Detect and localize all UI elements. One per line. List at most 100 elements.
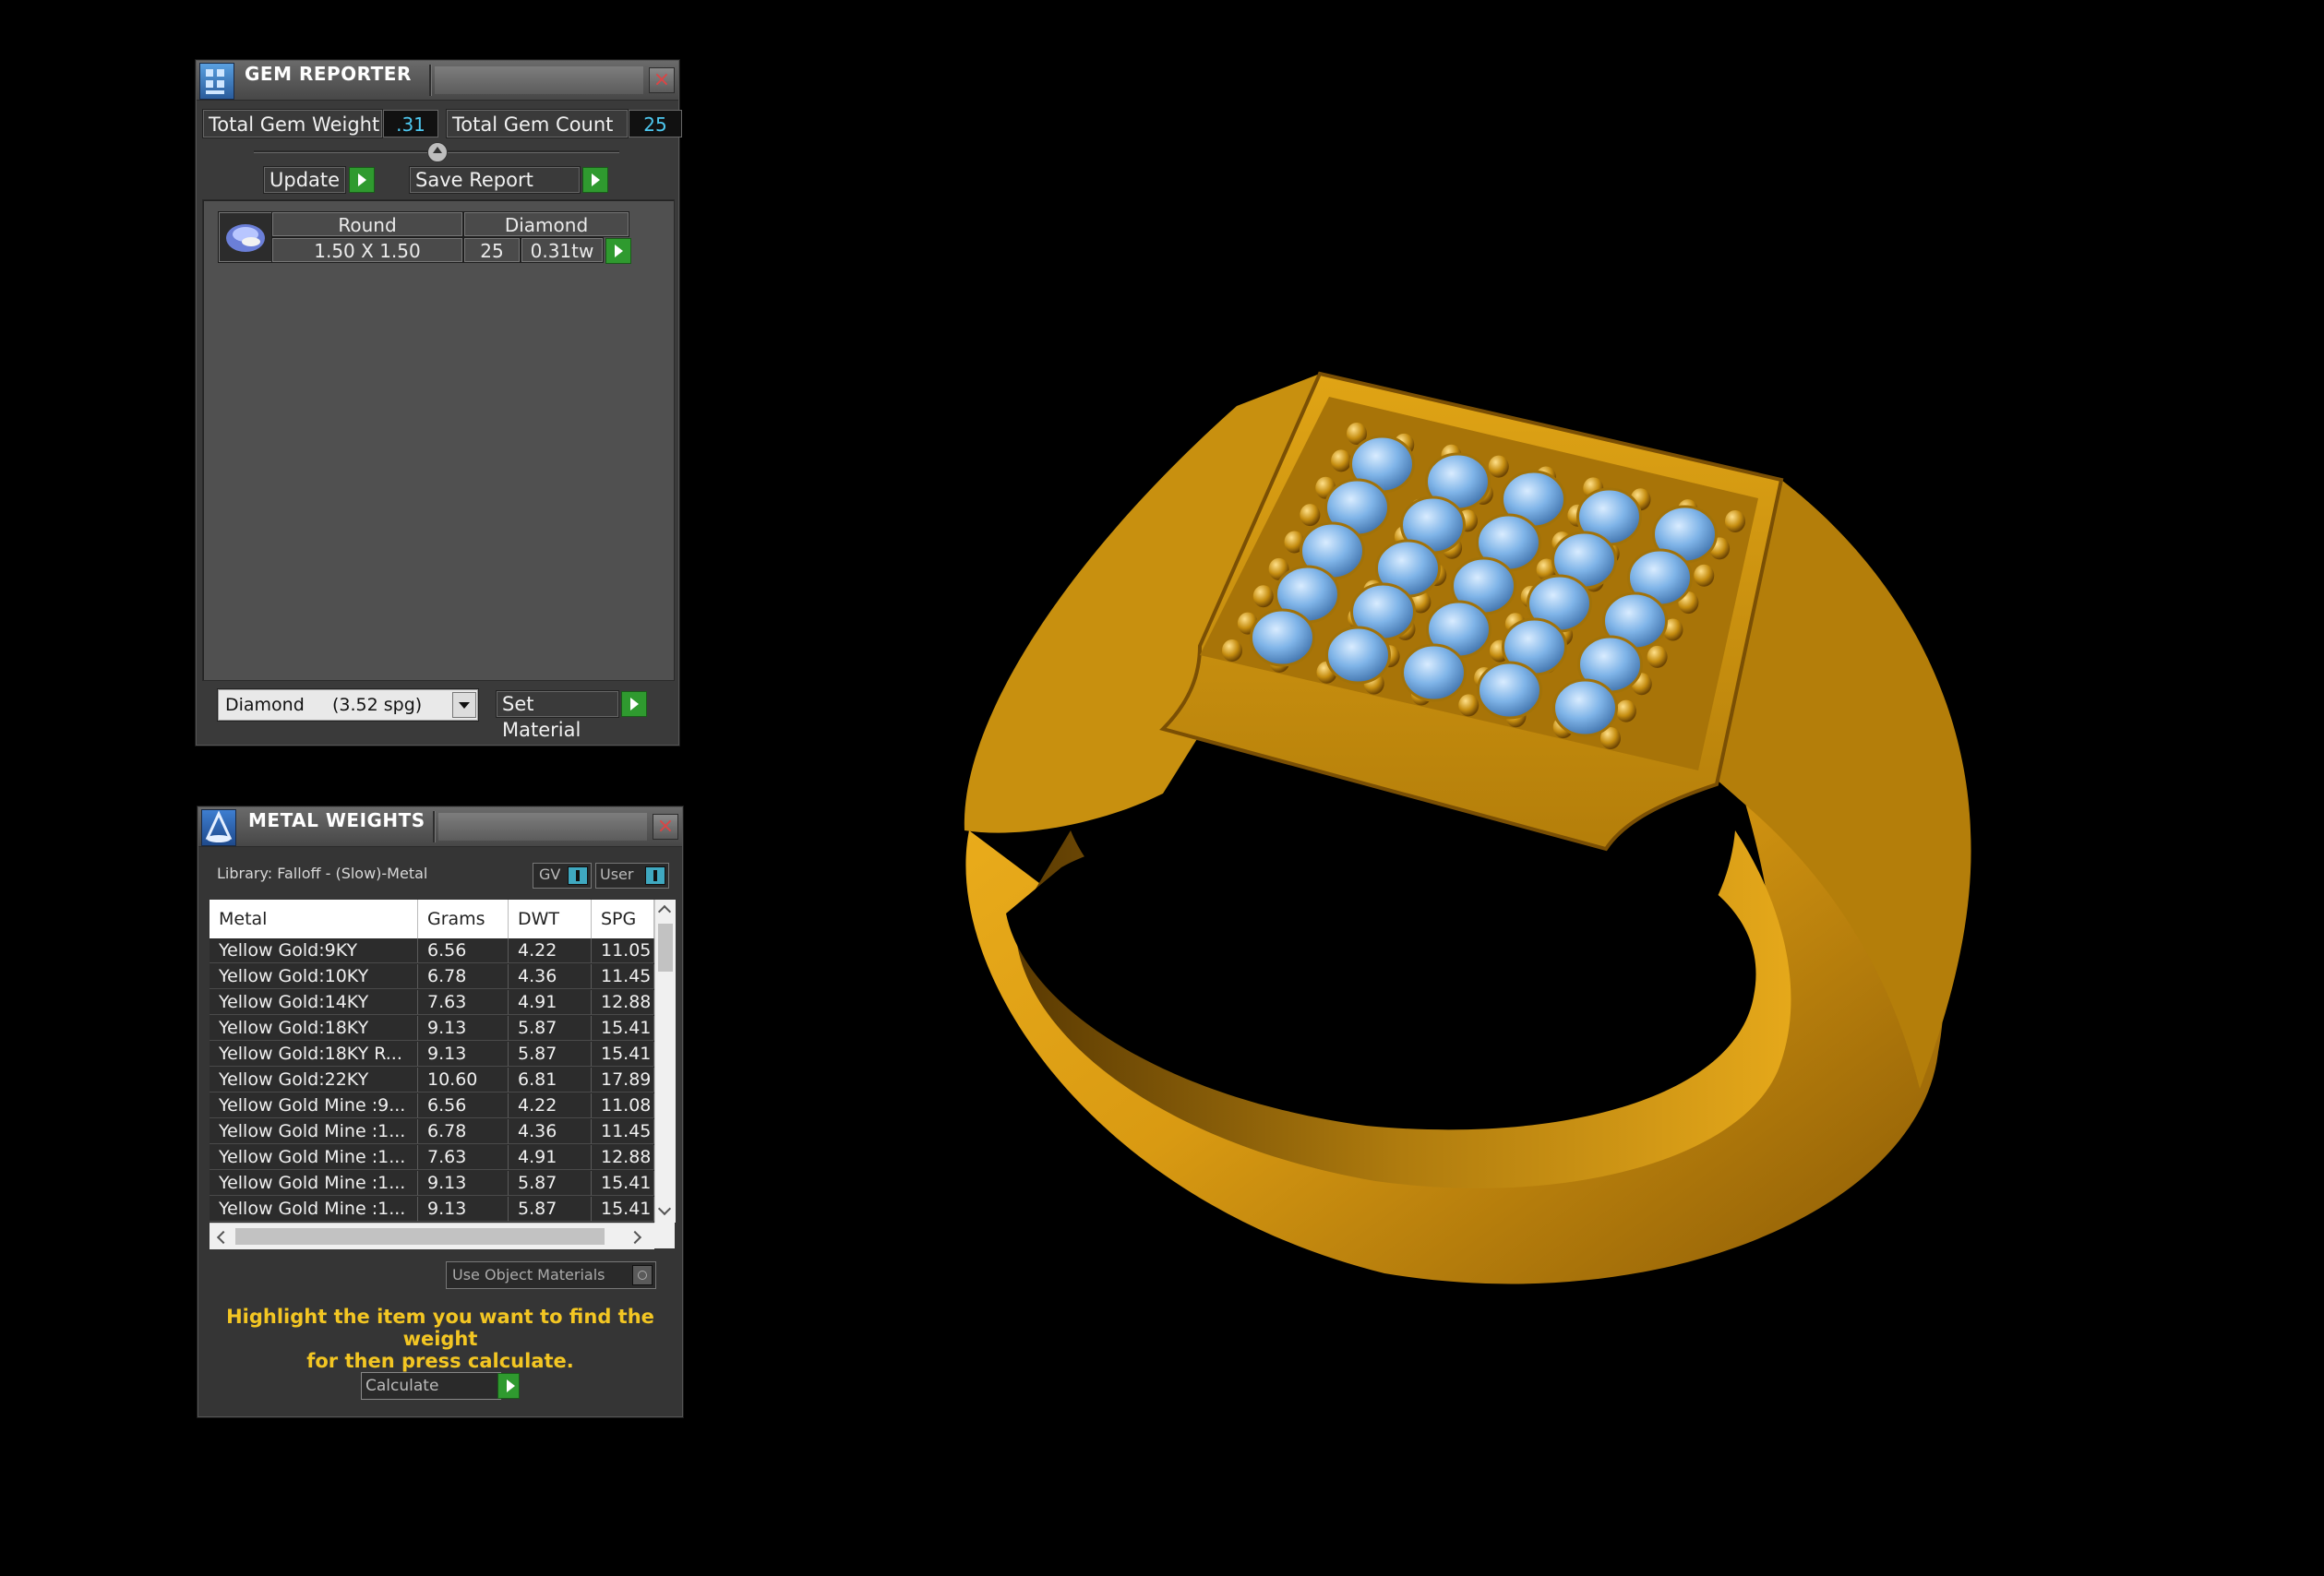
prong [1300, 504, 1321, 527]
scrollbar-thumb[interactable] [658, 924, 673, 972]
prong [1694, 564, 1715, 587]
calculate-label: Calculate [365, 1377, 439, 1395]
cell-spg: 15.41 [592, 1016, 654, 1041]
cell-metal: Yellow Gold Mine :1... [210, 1197, 418, 1222]
metal-weights-icon [201, 809, 236, 846]
table-row[interactable]: Yellow Gold:18KY 9.13 5.87 15.41 [210, 1016, 654, 1042]
set-material-button[interactable]: Set Material [496, 690, 619, 741]
prong [1222, 639, 1242, 662]
cell-dwt: 4.91 [509, 1145, 592, 1170]
viewport-3d[interactable] [701, 0, 2324, 1572]
cell-grams: 6.78 [418, 964, 509, 989]
material-select[interactable]: Diamond (3.52 spg) [217, 688, 479, 722]
cell-spg: 15.41 [592, 1197, 654, 1222]
table-row[interactable]: Yellow Gold Mine :1... 9.13 5.87 15.41 [210, 1197, 654, 1223]
table-row[interactable]: Yellow Gold:18KY R... 9.13 5.87 15.41 [210, 1042, 654, 1068]
table-row[interactable]: Yellow Gold Mine :9... 6.56 4.22 11.08 [210, 1093, 654, 1119]
table-row[interactable]: Yellow Gold:9KY 6.56 4.22 11.05 [210, 938, 654, 964]
column-header-metal[interactable]: Metal [210, 900, 418, 938]
library-label: Library: Falloff - (Slow)-Metal [217, 865, 428, 882]
gem-count-cell: 25 [463, 237, 521, 263]
table-row[interactable]: Yellow Gold Mine :1... 6.78 4.36 11.45 [210, 1119, 654, 1145]
cell-metal: Yellow Gold:18KY R... [210, 1042, 418, 1067]
update-go-button[interactable] [349, 167, 375, 193]
table-row[interactable]: Yellow Gold Mine :1... 9.13 5.87 15.41 [210, 1171, 654, 1197]
save-report-button[interactable]: Save Report [409, 166, 581, 194]
prong [1331, 449, 1352, 472]
user-toggle[interactable]: User [595, 863, 669, 889]
use-object-materials-label: Use Object Materials [452, 1266, 605, 1283]
scroll-down-icon[interactable] [657, 1201, 672, 1216]
total-gem-weight-label: Total Gem Weight [202, 109, 383, 138]
cell-spg: 12.88 [592, 990, 654, 1015]
cell-dwt: 5.87 [509, 1042, 592, 1067]
chevron-down-icon[interactable] [452, 692, 476, 718]
metal-weights-title: METAL WEIGHTS [248, 809, 425, 831]
cell-grams: 6.56 [418, 1093, 509, 1118]
gem-reporter-panel: GEM REPORTER × Total Gem Weight .31 Tota… [196, 60, 682, 746]
save-report-go-button[interactable] [582, 167, 608, 193]
prong [1647, 645, 1668, 668]
diamond-gem [1325, 626, 1391, 685]
scroll-up-icon[interactable] [657, 904, 672, 919]
gem-shape-cell: Round [271, 211, 463, 237]
cell-spg: 15.41 [592, 1042, 654, 1067]
column-header-dwt[interactable]: DWT [509, 900, 592, 938]
table-row[interactable]: Yellow Gold:22KY 10.60 6.81 17.89 [210, 1068, 654, 1093]
user-toggle-switch[interactable] [645, 866, 665, 885]
cell-grams: 7.63 [418, 1145, 509, 1170]
calculate-go-button[interactable] [497, 1373, 520, 1399]
hint-line-2: for then press calculate. [306, 1350, 574, 1372]
table-row[interactable]: Yellow Gold:14KY 7.63 4.91 12.88 [210, 990, 654, 1016]
cell-metal: Yellow Gold:22KY [210, 1068, 418, 1092]
gem-list-area[interactable]: Round Diamond 1.50 X 1.50 25 0.31tw [202, 199, 675, 681]
gem-size-cell: 1.50 X 1.50 [271, 237, 463, 263]
cell-spg: 11.45 [592, 964, 654, 989]
metal-weights-titlebar[interactable]: METAL WEIGHTS × [198, 807, 682, 847]
use-object-materials-toggle[interactable]: Use Object Materials [446, 1261, 656, 1289]
gem-reporter-close-button[interactable]: × [649, 67, 675, 93]
metal-weights-close-button[interactable]: × [653, 814, 678, 840]
gem-reporter-titlebar[interactable]: GEM REPORTER × [197, 61, 678, 101]
horizontal-scrollbar[interactable] [210, 1223, 654, 1249]
gem-stone-cell: Diamond [463, 211, 629, 237]
splitter-handle-icon[interactable] [427, 142, 448, 162]
cell-grams: 7.63 [418, 990, 509, 1015]
set-material-go-button[interactable] [621, 691, 647, 717]
gold-signet-ring-render [964, 371, 1971, 1284]
metal-weights-table[interactable]: Metal Grams DWT SPG Yellow Gold:9KY 6.56 4… [210, 900, 676, 1249]
vertical-scrollbar[interactable] [654, 900, 676, 1223]
cell-dwt: 4.36 [509, 964, 592, 989]
cell-grams: 6.78 [418, 1119, 509, 1144]
total-gem-count-value: 25 [629, 110, 682, 137]
table-row[interactable]: Yellow Gold:10KY 6.78 4.36 11.45 [210, 964, 654, 990]
hscrollbar-thumb[interactable] [235, 1228, 605, 1245]
gv-toggle-label: GV [539, 866, 561, 883]
prong [1458, 694, 1479, 717]
table-body: Yellow Gold:9KY 6.56 4.22 11.05 Yellow Gold:… [210, 938, 654, 1223]
cell-spg: 15.41 [592, 1171, 654, 1196]
diamond-gem [1552, 678, 1618, 737]
gem-reporter-icon [199, 63, 234, 100]
diamond-gem [1401, 643, 1467, 702]
gv-toggle-switch[interactable] [568, 866, 588, 885]
prong [1488, 455, 1509, 478]
title-fill [435, 66, 643, 94]
scroll-right-icon[interactable] [628, 1230, 642, 1245]
diamond-gem [1477, 661, 1542, 720]
prong [1615, 699, 1636, 722]
gv-toggle[interactable]: GV [533, 863, 592, 889]
cell-grams: 9.13 [418, 1171, 509, 1196]
use-object-materials-radio-icon[interactable] [632, 1265, 653, 1285]
gem-weight-cell: 0.31tw [521, 237, 604, 263]
gem-row-go-button[interactable] [605, 238, 631, 264]
scroll-left-icon[interactable] [216, 1230, 231, 1245]
cell-metal: Yellow Gold Mine :9... [210, 1093, 418, 1118]
update-button[interactable]: Update [263, 166, 346, 194]
table-row[interactable]: Yellow Gold Mine :1... 7.63 4.91 12.88 [210, 1145, 654, 1171]
column-header-spg[interactable]: SPG [592, 900, 654, 938]
column-header-grams[interactable]: Grams [418, 900, 509, 938]
calculate-button[interactable]: Calculate [361, 1372, 501, 1400]
hint-text: Highlight the item you want to find the … [217, 1306, 664, 1372]
cell-dwt: 5.87 [509, 1171, 592, 1196]
